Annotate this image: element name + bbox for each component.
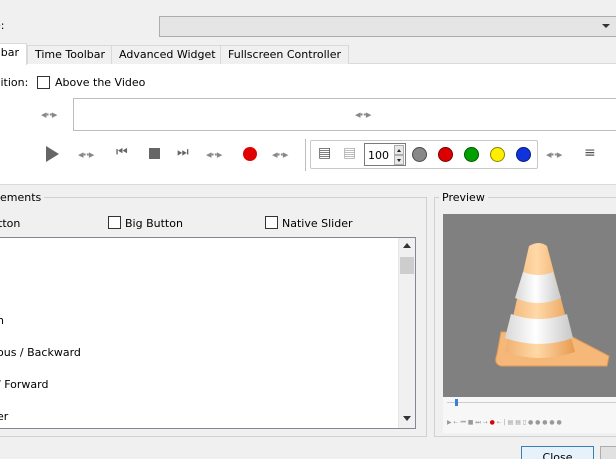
- big-button-label: Big Button: [125, 217, 183, 230]
- tab-label: Advanced Widget: [119, 48, 216, 61]
- blue-dot-icon[interactable]: [516, 147, 531, 162]
- spacer-icon[interactable]: ◂··▸: [272, 148, 288, 161]
- profile-label: e:: [0, 19, 5, 32]
- tab-fullscreen-controller[interactable]: Fullscreen Controller: [220, 45, 349, 64]
- profile-select[interactable]: [159, 16, 616, 37]
- chevron-down-icon: [602, 24, 610, 28]
- above-video-label: Above the Video: [55, 76, 146, 89]
- big-button-checkbox[interactable]: [108, 216, 121, 229]
- stop-icon[interactable]: [149, 148, 160, 159]
- spacer-icon[interactable]: ◂··▸: [206, 148, 222, 161]
- reset-button[interactable]: [600, 446, 616, 459]
- preview-controls: ▶ ⇠ ⏮ ■ ⏭ ⇢ ● ⇠ | ▤ ▤ ▯ ● ● ● ● ●: [443, 397, 616, 433]
- next-icon[interactable]: ⏭: [177, 146, 189, 159]
- record-icon[interactable]: [243, 147, 257, 161]
- list-item[interactable]: / Forward: [0, 378, 48, 391]
- expanding-spacer-icon[interactable]: ◂··▸: [355, 108, 371, 121]
- scroll-thumb[interactable]: [400, 257, 414, 274]
- divider: [305, 139, 306, 171]
- mini-toolbar-icons: ▶ ⇠ ⏮ ■ ⏭ ⇢ ● ⇠ | ▤ ▤ ▯ ● ● ● ● ●: [447, 419, 562, 426]
- tab-main-toolbar[interactable]: bar: [0, 43, 27, 65]
- stepper-down-icon[interactable]: [394, 155, 404, 165]
- volume-value: 100: [368, 149, 389, 162]
- volume-stepper[interactable]: 100: [364, 143, 406, 166]
- menu-icon[interactable]: ≡: [584, 146, 596, 160]
- green-dot-icon[interactable]: [464, 147, 479, 162]
- extended-settings-icon[interactable]: ▤: [343, 146, 356, 160]
- list-item[interactable]: n: [0, 314, 4, 327]
- scroll-down-icon[interactable]: [403, 416, 411, 421]
- play-icon[interactable]: [46, 146, 59, 162]
- vlc-cone-icon: [495, 243, 610, 367]
- previous-icon[interactable]: ⏮: [116, 146, 128, 159]
- native-slider-label: Native Slider: [282, 217, 353, 230]
- toolbar-elements-list[interactable]: n ous / Backward / Forward er: [0, 237, 416, 429]
- preview-title: Preview: [439, 191, 488, 204]
- expanding-spacer-icon[interactable]: ◂··▸: [41, 108, 57, 121]
- native-slider-checkbox[interactable]: [265, 216, 278, 229]
- list-item[interactable]: ous / Backward: [0, 346, 81, 359]
- list-scrollbar[interactable]: [398, 238, 415, 428]
- stepper-up-icon[interactable]: [394, 145, 404, 155]
- tab-label: Fullscreen Controller: [228, 48, 341, 61]
- toolbar-line1-dropzone[interactable]: [73, 98, 616, 131]
- tab-label: bar: [0, 46, 19, 59]
- spacer-icon[interactable]: ◂··▸: [78, 148, 94, 161]
- tab-advanced-widget[interactable]: Advanced Widget: [111, 45, 224, 64]
- seek-handle: [455, 399, 458, 406]
- red-dot-icon[interactable]: [438, 147, 453, 162]
- gray-dot-icon[interactable]: [412, 147, 427, 162]
- spacer-icon[interactable]: ◂··▸: [546, 148, 562, 161]
- preview-image: [443, 214, 616, 397]
- toolbar-position-label: osition:: [0, 76, 29, 89]
- flat-button-label: tton: [0, 217, 21, 230]
- toolbar-elements-title: ements: [0, 191, 45, 204]
- playlist-icon[interactable]: ▤: [318, 146, 331, 160]
- tab-label: Time Toolbar: [35, 48, 106, 61]
- scroll-up-icon[interactable]: [403, 243, 411, 248]
- close-button[interactable]: Close: [521, 446, 594, 459]
- tab-time-toolbar[interactable]: Time Toolbar: [27, 45, 114, 64]
- list-item[interactable]: er: [0, 410, 8, 423]
- above-video-checkbox[interactable]: [37, 76, 50, 89]
- yellow-dot-icon[interactable]: [490, 147, 505, 162]
